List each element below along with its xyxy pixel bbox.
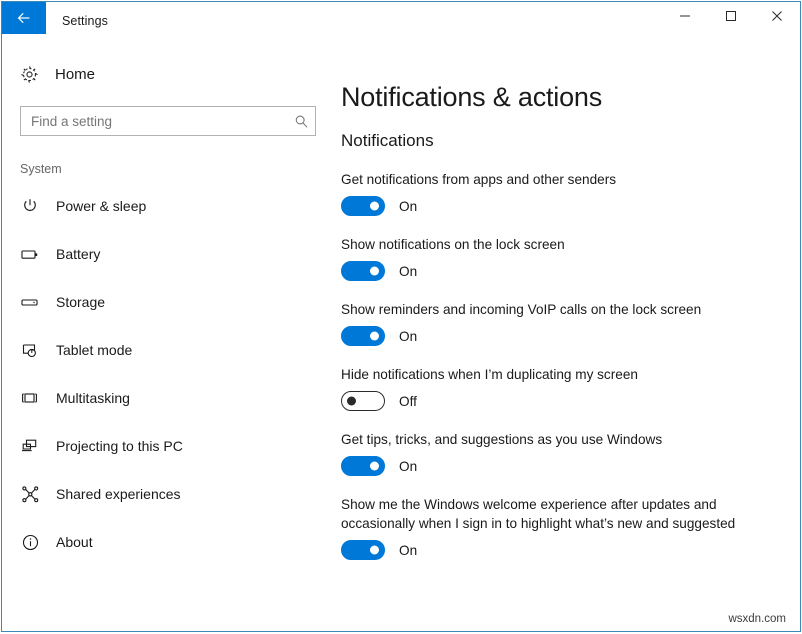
sidebar-item-label: Tablet mode xyxy=(56,342,132,358)
sidebar: Home System xyxy=(2,40,332,632)
close-icon xyxy=(771,10,783,25)
sidebar-item-label: Storage xyxy=(56,294,105,310)
window-body: Home System xyxy=(2,40,800,632)
sidebar-item-storage[interactable]: Storage xyxy=(2,278,332,326)
toggle-row: On xyxy=(341,540,780,560)
toggle-tips-tricks[interactable] xyxy=(341,456,385,476)
maximize-button[interactable] xyxy=(708,2,754,32)
sidebar-item-projecting-to-this-pc[interactable]: Projecting to this PC xyxy=(2,422,332,470)
toggle-row: On xyxy=(341,261,780,281)
toggle-knob xyxy=(347,397,356,406)
window-title: Settings xyxy=(46,2,108,40)
power-icon xyxy=(18,197,42,215)
battery-icon xyxy=(18,245,42,263)
minimize-button[interactable] xyxy=(662,2,708,32)
page-title: Notifications & actions xyxy=(341,82,780,113)
search-input[interactable] xyxy=(21,108,287,134)
setting-row: Show me the Windows welcome experience a… xyxy=(341,495,780,560)
sidebar-item-label: Projecting to this PC xyxy=(56,438,183,454)
toggle-row: On xyxy=(341,196,780,216)
toggle-knob xyxy=(370,462,379,471)
multitasking-icon xyxy=(18,389,42,407)
shared-experiences-icon xyxy=(18,485,42,504)
toggle-state-label: Off xyxy=(399,394,417,409)
toggle-state-label: On xyxy=(399,264,417,279)
sidebar-item-home[interactable]: Home xyxy=(2,54,332,94)
toggle-knob xyxy=(370,202,379,211)
toggle-lock-screen-notifications[interactable] xyxy=(341,261,385,281)
sidebar-item-about[interactable]: About xyxy=(2,518,332,566)
setting-label: Show me the Windows welcome experience a… xyxy=(341,495,761,533)
info-icon xyxy=(18,533,42,552)
sidebar-home-label: Home xyxy=(55,66,95,83)
watermark: wsxdn.com xyxy=(728,613,786,625)
toggle-state-label: On xyxy=(399,199,417,214)
sidebar-nav-list: Power & sleep Battery xyxy=(2,182,332,566)
content-pane: Notifications & actions Notifications Ge… xyxy=(332,40,800,632)
toggle-row: On xyxy=(341,326,780,346)
tablet-mode-icon xyxy=(18,341,42,360)
setting-row: Get notifications from apps and other se… xyxy=(341,170,780,216)
sidebar-section-label: System xyxy=(20,162,332,176)
setting-label: Get tips, tricks, and suggestions as you… xyxy=(341,430,761,449)
toggle-knob xyxy=(370,332,379,341)
sidebar-item-label: About xyxy=(56,534,93,550)
toggle-reminders-voip[interactable] xyxy=(341,326,385,346)
setting-label: Get notifications from apps and other se… xyxy=(341,170,761,189)
sidebar-item-tablet-mode[interactable]: Tablet mode xyxy=(2,326,332,374)
toggle-state-label: On xyxy=(399,459,417,474)
toggle-get-notifications[interactable] xyxy=(341,196,385,216)
search-icon[interactable] xyxy=(287,114,315,129)
back-button[interactable] xyxy=(2,2,46,34)
toggle-row: On xyxy=(341,456,780,476)
storage-icon xyxy=(18,293,42,311)
toggle-state-label: On xyxy=(399,543,417,558)
search-box[interactable] xyxy=(20,106,316,136)
maximize-icon xyxy=(725,10,737,25)
toggle-knob xyxy=(370,546,379,555)
minimize-icon xyxy=(679,10,691,25)
sidebar-item-multitasking[interactable]: Multitasking xyxy=(2,374,332,422)
setting-label: Show reminders and incoming VoIP calls o… xyxy=(341,300,761,319)
toggle-state-label: On xyxy=(399,329,417,344)
window-controls xyxy=(662,2,800,34)
setting-row: Show reminders and incoming VoIP calls o… xyxy=(341,300,780,346)
sidebar-item-shared-experiences[interactable]: Shared experiences xyxy=(2,470,332,518)
toggle-welcome-experience[interactable] xyxy=(341,540,385,560)
toggle-hide-when-duplicating[interactable] xyxy=(341,391,385,411)
sidebar-item-power-sleep[interactable]: Power & sleep xyxy=(2,182,332,230)
gear-icon xyxy=(18,65,40,84)
close-button[interactable] xyxy=(754,2,800,32)
back-arrow-icon xyxy=(16,10,32,26)
setting-row: Show notifications on the lock screen On xyxy=(341,235,780,281)
sidebar-item-label: Battery xyxy=(56,246,100,262)
setting-label: Hide notifications when I’m duplicating … xyxy=(341,365,761,384)
setting-row: Get tips, tricks, and suggestions as you… xyxy=(341,430,780,476)
sidebar-item-label: Multitasking xyxy=(56,390,130,406)
toggle-knob xyxy=(370,267,379,276)
projecting-icon xyxy=(18,437,42,455)
sidebar-item-battery[interactable]: Battery xyxy=(2,230,332,278)
setting-label: Show notifications on the lock screen xyxy=(341,235,761,254)
toggle-row: Off xyxy=(341,391,780,411)
setting-row: Hide notifications when I’m duplicating … xyxy=(341,365,780,411)
title-bar: Settings xyxy=(2,2,800,40)
sidebar-item-label: Power & sleep xyxy=(56,198,146,214)
section-heading: Notifications xyxy=(341,131,780,151)
sidebar-item-label: Shared experiences xyxy=(56,486,181,502)
settings-window: Settings xyxy=(1,1,801,632)
